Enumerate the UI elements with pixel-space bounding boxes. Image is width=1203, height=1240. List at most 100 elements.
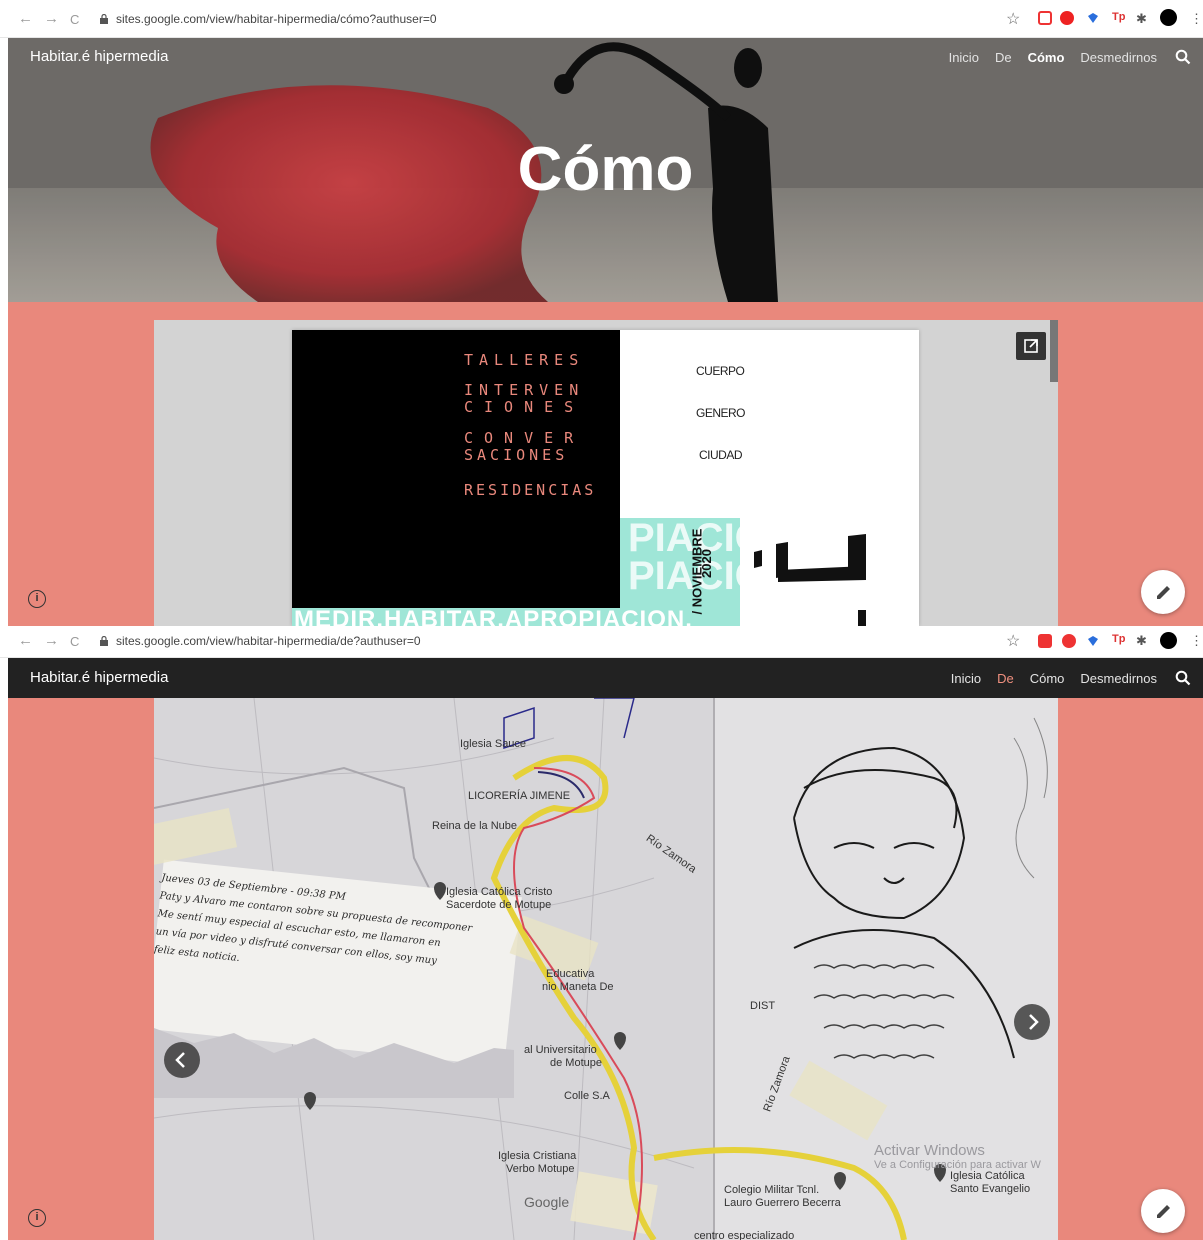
edit-button[interactable] <box>1141 570 1185 614</box>
map-label: Reina de la Nube <box>432 820 518 832</box>
embed-document: TALLERES INTERVEN CIONES CONVER SACIONES… <box>292 330 919 626</box>
puzzle-icon[interactable]: ✱ <box>1136 11 1150 26</box>
mint-bottom-text: MEDIR.HABITAR.APROPIACION. <box>294 608 693 626</box>
browser-toolbar: ← → C sites.google.com/view/habitar-hipe… <box>0 626 1203 658</box>
theme-ciudad: CIUDAD <box>699 448 743 462</box>
item-interven: INTERVEN <box>464 381 585 399</box>
map-label: Iglesia Cristiana <box>498 1150 577 1162</box>
chevron-right-icon <box>1029 1014 1039 1030</box>
map-label: Iglesia Católica <box>950 1170 1025 1182</box>
forward-icon[interactable]: → <box>44 9 59 29</box>
content-section: TALLERES INTERVEN CIONES CONVER SACIONES… <box>8 302 1203 626</box>
shield-ext-icon[interactable] <box>1086 11 1100 25</box>
puzzle-icon[interactable]: ✱ <box>1136 633 1150 648</box>
item-conver: CONVER <box>464 429 585 447</box>
date-vertical: / NOVIEMBRE 2020 <box>684 529 744 626</box>
extension-red-square-icon[interactable] <box>1038 11 1052 25</box>
map-label: Colle S.A <box>564 1090 610 1102</box>
content-section: Iglesia Sauce LICORERÍA JIMENE Reina de … <box>8 698 1203 1240</box>
menu-item-inicio[interactable]: Inicio <box>951 671 981 686</box>
info-icon[interactable]: i <box>28 590 46 608</box>
opera-icon[interactable] <box>1060 11 1074 25</box>
map-label: Lauro Guerrero Becerra <box>724 1197 841 1209</box>
scrollbar-track[interactable] <box>1050 320 1058 382</box>
mint-bottom-strip: MEDIR.HABITAR.APROPIACION. <box>292 608 740 626</box>
carousel-next-button[interactable] <box>1014 1004 1050 1040</box>
map-label: DIST <box>750 1000 776 1012</box>
item-talleres: TALLERES <box>464 351 585 369</box>
map-label: LICORERÍA JIMENE <box>468 790 571 802</box>
site-header: Habitar.é hipermedia Inicio De Cómo Desm… <box>8 658 1203 698</box>
back-icon[interactable]: ← <box>18 9 33 29</box>
watermark-line: Ve a Configuración para activar W <box>874 1159 1041 1171</box>
open-in-new-icon <box>1024 339 1038 353</box>
open-in-new-button[interactable] <box>1016 332 1046 360</box>
menu-item-de[interactable]: De <box>997 671 1014 686</box>
item-residencias: RESIDENCIAS <box>464 481 597 499</box>
map-label: Iglesia Sauce <box>460 738 527 750</box>
pencil-icon <box>1157 1205 1170 1218</box>
extension-badge-icon[interactable] <box>1038 634 1052 648</box>
browser-toolbar: ← → C sites.google.com/view/habitar-hipe… <box>0 0 1203 38</box>
site-title[interactable]: Habitar.é hipermedia <box>30 669 168 686</box>
map-label: Verbo Motupe <box>506 1163 575 1175</box>
map-label: Colegio Militar Tcnl. <box>724 1184 820 1196</box>
lock-icon <box>100 14 108 24</box>
map-label: Google <box>524 1194 570 1210</box>
lock-icon <box>100 636 108 646</box>
bookmark-star-icon[interactable]: ☆ <box>1006 631 1020 651</box>
profile-avatar[interactable] <box>1160 632 1177 649</box>
profile-avatar[interactable] <box>1160 9 1177 26</box>
watermark-line: Activar Windows <box>874 1142 985 1159</box>
edit-button[interactable] <box>1141 1189 1185 1233</box>
item-saciones: SACIONES <box>464 446 569 464</box>
pencil-icon <box>1157 586 1170 599</box>
back-icon[interactable]: ← <box>18 631 33 651</box>
carousel-prev-button[interactable] <box>164 1042 200 1078</box>
search-icon[interactable] <box>1175 49 1191 65</box>
theme-cuerpo: CUERPO <box>696 364 745 378</box>
search-icon[interactable] <box>1175 670 1191 686</box>
bookmark-star-icon[interactable]: ☆ <box>1006 9 1020 29</box>
menu-item-desmedirnos[interactable]: Desmedirnos <box>1080 671 1157 686</box>
menu-item-de[interactable]: De <box>995 50 1012 65</box>
reload-icon[interactable]: C <box>70 10 79 30</box>
chevron-left-icon <box>175 1052 185 1068</box>
menu-item-desmedirnos[interactable]: Desmedirnos <box>1080 50 1157 65</box>
date-year: 2020 <box>698 549 714 578</box>
site-title[interactable]: Habitar.é hipermedia <box>30 48 168 65</box>
main-menu: Inicio De Cómo Desmedirnos <box>935 671 1157 686</box>
forward-icon[interactable]: → <box>44 631 59 651</box>
screenshot-como: ← → C sites.google.com/view/habitar-hipe… <box>0 0 1203 626</box>
opera-badge-icon[interactable] <box>1062 634 1076 648</box>
address-bar[interactable]: sites.google.com/view/habitar-hipermedia… <box>116 632 421 650</box>
hero-banner: Habitar.é hipermedia Inicio De Cómo Desm… <box>8 38 1203 302</box>
map-label: Educativa <box>546 968 595 980</box>
menu-item-como[interactable]: Cómo <box>1028 50 1065 65</box>
embed-frame: TALLERES INTERVEN CIONES CONVER SACIONES… <box>154 320 1058 626</box>
map-label: nio Maneta De <box>542 981 614 993</box>
tp-ext-icon[interactable]: Tp <box>1112 11 1126 25</box>
menu-item-inicio[interactable]: Inicio <box>949 50 979 65</box>
map-label: al Universitario <box>524 1044 597 1056</box>
reload-icon[interactable]: C <box>70 632 79 652</box>
menu-item-como[interactable]: Cómo <box>1030 671 1065 686</box>
kebab-menu-icon[interactable]: ⋮ <box>1190 11 1203 26</box>
address-bar[interactable]: sites.google.com/view/habitar-hipermedia… <box>116 10 437 28</box>
info-icon[interactable]: i <box>28 1209 46 1227</box>
brush-glyph <box>754 534 866 626</box>
talleres-list: TALLERES INTERVEN CIONES CONVER SACIONES… <box>464 352 596 499</box>
image-carousel: Iglesia Sauce LICORERÍA JIMENE Reina de … <box>154 698 1058 1240</box>
screenshot-de: ← → C sites.google.com/view/habitar-hipe… <box>0 626 1203 1240</box>
map-label: Río Zamora <box>643 832 699 876</box>
tp-ext-icon[interactable]: Tp <box>1112 633 1126 647</box>
shield-ext-icon[interactable] <box>1086 634 1100 648</box>
map-label: de Motupe <box>550 1057 602 1069</box>
map-label: centro especializado <box>694 1230 795 1240</box>
item-ciones: CIONES <box>464 398 585 416</box>
kebab-menu-icon[interactable]: ⋮ <box>1190 633 1203 648</box>
hero-title: Cómo <box>517 135 694 204</box>
map-label: Santo Evangelio <box>950 1183 1031 1195</box>
main-menu: Inicio De Cómo Desmedirnos <box>933 50 1157 65</box>
map-label: Río Zamora <box>761 1054 793 1114</box>
